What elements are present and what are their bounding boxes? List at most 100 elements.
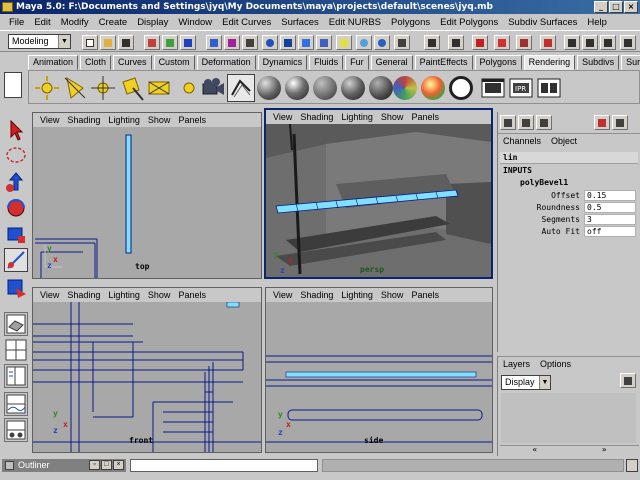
attr-label[interactable]: Auto Fit bbox=[500, 226, 580, 238]
shelf-tab-general[interactable]: General bbox=[370, 55, 413, 70]
vp-side-menu-show[interactable]: Show bbox=[377, 290, 408, 300]
shelf-tab-fur[interactable]: Fur bbox=[345, 55, 369, 70]
ambient-light-icon[interactable] bbox=[145, 74, 173, 102]
menu-file[interactable]: File bbox=[4, 17, 29, 28]
attr-value-field[interactable]: off bbox=[584, 226, 636, 237]
attr-value-field[interactable]: 0.15 bbox=[584, 190, 636, 201]
light-bulb-icon[interactable] bbox=[356, 35, 372, 50]
input-ops-icon[interactable] bbox=[336, 35, 352, 50]
shelf-tab-custom[interactable]: Custom bbox=[153, 55, 195, 70]
vp-side-menu-lighting[interactable]: Lighting bbox=[337, 290, 377, 300]
new-layer-icon[interactable] bbox=[620, 373, 636, 388]
attribute-icon[interactable] bbox=[594, 115, 610, 130]
menu-edit[interactable]: Edit bbox=[29, 17, 55, 28]
new-scene-icon[interactable] bbox=[82, 35, 98, 50]
menu-polygons[interactable]: Polygons bbox=[386, 17, 435, 28]
channel-box-object-name[interactable]: lin bbox=[500, 152, 638, 164]
make-live-icon[interactable] bbox=[280, 35, 296, 50]
shelf-tab-surfaces[interactable]: Surfaces bbox=[621, 55, 640, 70]
lasso-tool-icon[interactable] bbox=[4, 144, 28, 168]
vp-top-menu-view[interactable]: View bbox=[36, 115, 63, 125]
lock-icon[interactable] bbox=[394, 35, 410, 50]
point-light-icon[interactable] bbox=[33, 74, 61, 102]
magnet-icon[interactable] bbox=[494, 35, 510, 50]
persp-outliner-layout-icon[interactable] bbox=[4, 364, 28, 388]
close-button[interactable]: × bbox=[624, 1, 638, 13]
directional-light-icon[interactable] bbox=[89, 74, 117, 102]
batch-render-icon[interactable] bbox=[535, 74, 563, 102]
vp-persp-menu-lighting[interactable]: Lighting bbox=[337, 112, 377, 122]
ipr-icon[interactable] bbox=[424, 35, 440, 50]
menu-surfaces[interactable]: Surfaces bbox=[276, 17, 324, 28]
outliner-maximize-button[interactable]: □ bbox=[101, 460, 112, 470]
attr-value-field[interactable]: 3 bbox=[584, 214, 636, 225]
ring-icon[interactable] bbox=[447, 74, 475, 102]
outliner-window[interactable]: Outliner ▫ □ × bbox=[2, 459, 126, 472]
tool-settings-icon[interactable] bbox=[516, 35, 532, 50]
layer-scroll-bar[interactable]: « » bbox=[500, 445, 639, 454]
snap-grid-icon[interactable] bbox=[206, 35, 222, 50]
snap-curve-icon[interactable] bbox=[224, 35, 240, 50]
vp-front-menu-show[interactable]: Show bbox=[144, 290, 175, 300]
hypershade-layout-icon[interactable] bbox=[4, 418, 28, 442]
ipr-render-icon[interactable]: IPR bbox=[507, 74, 535, 102]
move-tool-icon[interactable] bbox=[4, 170, 28, 194]
vp-persp-menu-show[interactable]: Show bbox=[377, 112, 408, 122]
save-scene-icon[interactable] bbox=[118, 35, 134, 50]
phong-sphere-icon[interactable] bbox=[283, 74, 311, 102]
menu-create[interactable]: Create bbox=[94, 17, 133, 28]
viewport-front[interactable]: View Shading Lighting Show Panels y x z … bbox=[32, 287, 262, 453]
area-light-icon[interactable] bbox=[117, 74, 145, 102]
snap-view-icon[interactable] bbox=[262, 35, 278, 50]
outliner-restore-button[interactable]: ▫ bbox=[89, 460, 100, 470]
viewport-persp[interactable]: View Shading Lighting Show Panels y x z … bbox=[264, 108, 493, 279]
maximize-button[interactable]: □ bbox=[609, 1, 623, 13]
vp-top-menu-shading[interactable]: Shading bbox=[63, 115, 104, 125]
outliner-icon[interactable] bbox=[600, 35, 616, 50]
layer-list[interactable] bbox=[501, 393, 636, 443]
scroll-left-icon[interactable]: « bbox=[532, 446, 537, 454]
layers-menu-layers[interactable]: Layers bbox=[498, 359, 535, 369]
render-view-icon[interactable] bbox=[374, 35, 390, 50]
vp-persp-menu-panels[interactable]: Panels bbox=[407, 112, 443, 122]
vp-side-menu-panels[interactable]: Panels bbox=[407, 290, 443, 300]
rotate-tool-icon[interactable] bbox=[4, 196, 28, 220]
select-object-icon[interactable] bbox=[162, 35, 178, 50]
menu-display[interactable]: Display bbox=[132, 17, 173, 28]
attr-label[interactable]: Segments bbox=[500, 214, 580, 226]
menu-subdiv-surfaces[interactable]: Subdiv Surfaces bbox=[503, 17, 582, 28]
viewport-front-canvas[interactable]: y x z front bbox=[33, 302, 261, 452]
menu-help[interactable]: Help bbox=[582, 17, 612, 28]
shelf-tab-animation[interactable]: Animation bbox=[28, 55, 79, 70]
last-tool-icon[interactable] bbox=[4, 276, 28, 300]
command-line-input[interactable] bbox=[130, 459, 318, 472]
shelf-tab-fluids[interactable]: Fluids bbox=[309, 55, 344, 70]
shelf-tab-deformation[interactable]: Deformation bbox=[196, 55, 256, 70]
camera-icon[interactable] bbox=[199, 74, 227, 102]
menu-edit-nurbs[interactable]: Edit NURBS bbox=[324, 17, 386, 28]
shelf-tab-painteffects[interactable]: PaintEffects bbox=[414, 55, 473, 70]
script-editor-button[interactable] bbox=[626, 459, 638, 472]
select-component-icon[interactable] bbox=[180, 35, 196, 50]
select-tool-icon[interactable] bbox=[4, 118, 28, 142]
mode-select[interactable]: Modeling ▼ bbox=[8, 34, 71, 49]
channel-box-view-icon[interactable] bbox=[500, 115, 516, 130]
paint-icon[interactable] bbox=[540, 35, 556, 50]
history-icon[interactable] bbox=[298, 35, 314, 50]
shelf-tab-dynamics[interactable]: Dynamics bbox=[257, 55, 308, 70]
shelf-menu[interactable] bbox=[4, 72, 26, 108]
single-pane-layout-icon[interactable] bbox=[4, 312, 28, 336]
layer-editor-view-icon[interactable] bbox=[518, 115, 534, 130]
shelf-tab-polygons[interactable]: Polygons bbox=[474, 55, 522, 70]
vp-front-menu-panels[interactable]: Panels bbox=[174, 290, 210, 300]
four-pane-layout-icon[interactable] bbox=[4, 338, 28, 362]
layer-type-select[interactable]: Display ▼ bbox=[501, 375, 551, 390]
menu-window[interactable]: Window bbox=[173, 17, 217, 28]
outliner-close-button[interactable]: × bbox=[113, 460, 124, 470]
vp-side-menu-shading[interactable]: Shading bbox=[296, 290, 337, 300]
vp-persp-menu-shading[interactable]: Shading bbox=[296, 112, 337, 122]
attribute-editor-icon[interactable] bbox=[472, 35, 488, 50]
select-hierarchy-icon[interactable] bbox=[144, 35, 160, 50]
manipulator-tool-icon[interactable] bbox=[4, 248, 28, 272]
viewport-top[interactable]: View Shading Lighting Show Panels y x z … bbox=[32, 112, 262, 279]
